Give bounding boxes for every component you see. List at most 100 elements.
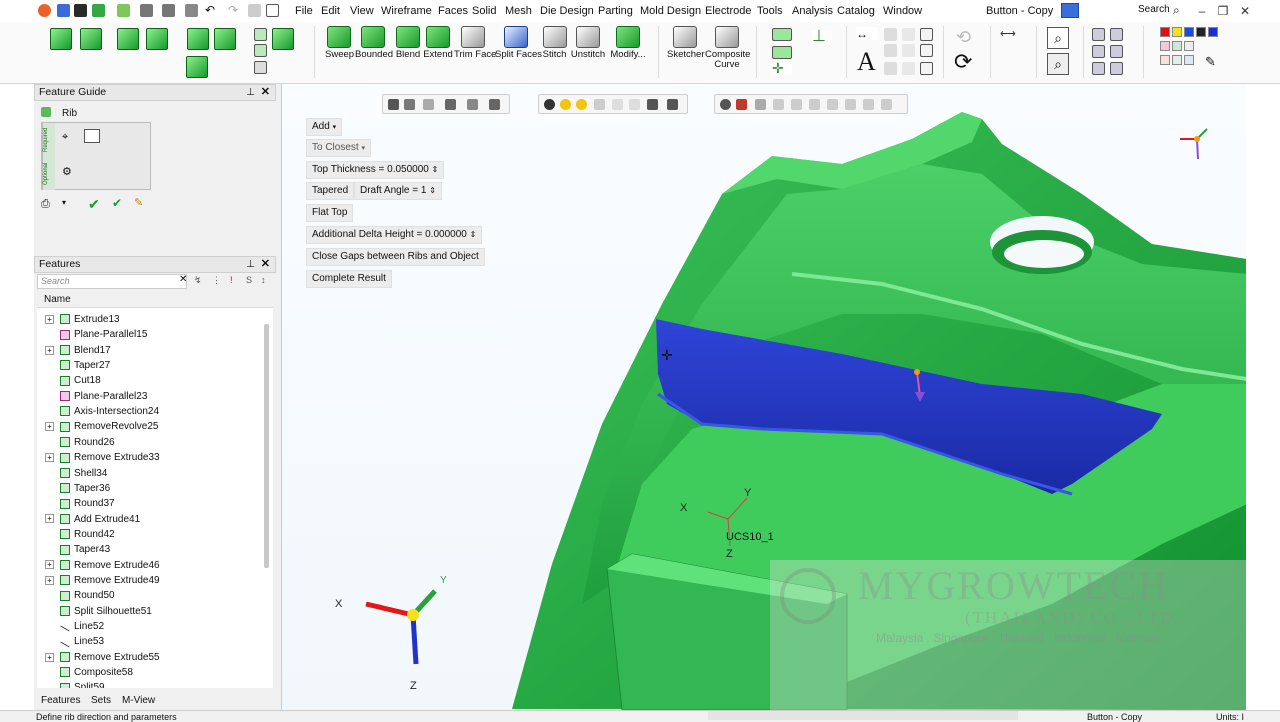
sphere-solid-icon[interactable] bbox=[146, 28, 168, 50]
table-icon[interactable] bbox=[266, 4, 279, 17]
rotate-view-icon[interactable] bbox=[720, 99, 731, 110]
tree-row[interactable]: Composite58 bbox=[45, 665, 270, 680]
plane-icon[interactable] bbox=[772, 28, 792, 41]
option-icon[interactable]: ⚙ bbox=[62, 165, 76, 179]
draft-angle-spinner-icon[interactable]: ⇕ bbox=[429, 186, 436, 195]
close-gaps-toggle[interactable]: Close Gaps between Ribs and Object bbox=[306, 248, 485, 266]
cancel-icon[interactable]: ✎ bbox=[134, 196, 143, 209]
shell-solid-icon[interactable] bbox=[272, 28, 294, 50]
pin-icon[interactable]: ⊥ bbox=[246, 257, 255, 272]
optional-tab[interactable]: Optional bbox=[42, 157, 55, 190]
more-view-icon[interactable] bbox=[881, 99, 892, 110]
to-closest-dropdown[interactable]: To Closest ▾ bbox=[306, 139, 371, 157]
unstitch-button[interactable]: Unstitch bbox=[570, 24, 606, 82]
menu-analysis[interactable]: Analysis bbox=[792, 5, 833, 17]
extend-button[interactable]: Extend bbox=[423, 24, 453, 82]
box-solid-icon[interactable] bbox=[50, 28, 72, 50]
save-icon[interactable] bbox=[74, 4, 87, 17]
top-thickness-field[interactable]: Top Thickness = 0.050000 ⇕ bbox=[306, 161, 445, 179]
tree-row[interactable]: + Remove Extrude33 bbox=[45, 450, 270, 465]
tree-row[interactable]: + Remove Extrude49 bbox=[45, 573, 270, 588]
menu-mold-design[interactable]: Mold Design bbox=[640, 5, 701, 17]
expand-icon[interactable]: + bbox=[45, 575, 54, 585]
menu-edit[interactable]: Edit bbox=[321, 5, 340, 17]
preview-icon[interactable]: ⎙ bbox=[41, 198, 50, 211]
app-logo-icon[interactable] bbox=[38, 4, 51, 17]
tree-row[interactable]: + RemoveRevolve25 bbox=[45, 419, 270, 434]
filter-icon-3[interactable]: ! bbox=[230, 275, 233, 285]
measure-icon[interactable]: ⟷ bbox=[1000, 27, 1016, 40]
menu-mesh[interactable]: Mesh bbox=[505, 5, 532, 17]
top-view-icon[interactable] bbox=[809, 99, 820, 110]
minimize-button[interactable]: – bbox=[1193, 3, 1211, 19]
text-icon[interactable]: A bbox=[857, 48, 876, 76]
transparency-icon[interactable] bbox=[629, 99, 640, 110]
tab-mview[interactable]: M-View bbox=[122, 695, 155, 706]
new-file-icon[interactable] bbox=[57, 4, 70, 17]
menu-faces[interactable]: Faces bbox=[438, 5, 468, 17]
blend-button[interactable]: Blend bbox=[395, 24, 421, 82]
tree-row[interactable]: + Extrude13 bbox=[45, 312, 270, 327]
color-swatch-yellow[interactable] bbox=[1172, 27, 1182, 37]
filter-icon-2[interactable]: ⋮ bbox=[212, 275, 221, 286]
tree-row[interactable]: Split59 bbox=[45, 680, 270, 688]
composite-curve-button[interactable]: Composite Curve bbox=[705, 24, 750, 82]
tree-row[interactable]: Round42 bbox=[45, 527, 270, 542]
restore-button[interactable]: ❐ bbox=[1214, 3, 1232, 19]
front-view-icon[interactable] bbox=[791, 99, 802, 110]
pattern-icon-4[interactable] bbox=[1110, 45, 1123, 58]
color-swatch-red[interactable] bbox=[1160, 27, 1170, 37]
color-swatch-seafoam[interactable] bbox=[1172, 55, 1182, 65]
apply-icon[interactable]: ✔ bbox=[112, 196, 122, 210]
render-mode-icon[interactable] bbox=[667, 99, 678, 110]
split-faces-button[interactable]: Split Faces bbox=[495, 24, 542, 82]
tree-row[interactable]: Round50 bbox=[45, 588, 270, 603]
top-thickness-spinner-icon[interactable]: ⇕ bbox=[432, 165, 439, 174]
find-icon[interactable]: ⌕ bbox=[1047, 53, 1069, 75]
tree-row[interactable]: Taper27 bbox=[45, 358, 270, 373]
small-solid-icon-1[interactable] bbox=[254, 28, 267, 41]
close-features-icon[interactable]: ✕ bbox=[261, 257, 270, 272]
expand-icon[interactable]: + bbox=[45, 560, 54, 570]
annotation-icon-7[interactable] bbox=[920, 28, 933, 41]
select-mode-icon[interactable] bbox=[423, 99, 434, 110]
axis-icon[interactable]: ✛ bbox=[772, 61, 792, 75]
coordinate-system-icon[interactable]: ⊥ bbox=[812, 29, 832, 45]
tree-row[interactable]: Plane-Parallel15 bbox=[45, 327, 270, 342]
cone-solid-icon[interactable] bbox=[117, 28, 139, 50]
dropdown-arrow-icon[interactable]: ▾ bbox=[62, 198, 66, 207]
dimension-icon[interactable]: ↔ bbox=[856, 27, 878, 41]
window-select-icon[interactable] bbox=[467, 99, 478, 110]
color-swatch-black[interactable] bbox=[1196, 27, 1206, 37]
modify-button[interactable]: Modify... bbox=[609, 24, 647, 82]
annotation-icon-1[interactable] bbox=[884, 28, 897, 41]
menu-solid[interactable]: Solid bbox=[472, 5, 496, 17]
annotation-icon-8[interactable] bbox=[920, 44, 933, 57]
add-dropdown[interactable]: Add ▾ bbox=[306, 118, 343, 136]
wireframe-icon[interactable] bbox=[612, 99, 623, 110]
tree-row[interactable]: Round26 bbox=[45, 435, 270, 450]
annotation-icon-3[interactable] bbox=[884, 62, 897, 75]
additional-delta-field[interactable]: Additional Delta Height = 0.000000 ⇕ bbox=[306, 226, 483, 244]
filter-icon-4[interactable]: S bbox=[246, 275, 252, 285]
layout-icon[interactable] bbox=[1061, 3, 1079, 18]
select-icon[interactable] bbox=[185, 4, 198, 17]
tree-row[interactable]: Plane-Parallel23 bbox=[45, 389, 270, 404]
required-tab[interactable]: Required bbox=[42, 123, 55, 157]
tree-row[interactable]: + Blend17 bbox=[45, 343, 270, 358]
redo-icon[interactable]: ↷ bbox=[228, 4, 241, 17]
expand-icon[interactable]: + bbox=[45, 652, 54, 662]
regen-icon[interactable] bbox=[248, 4, 261, 17]
complete-result-toggle[interactable]: Complete Result bbox=[306, 270, 392, 288]
tree-row[interactable]: + Remove Extrude46 bbox=[45, 558, 270, 573]
bounded-button[interactable]: Bounded bbox=[355, 24, 393, 82]
ok-check-icon[interactable]: ✔ bbox=[88, 196, 100, 213]
close-feature-guide-icon[interactable]: ✕ bbox=[261, 85, 270, 100]
pattern-icon-6[interactable] bbox=[1110, 62, 1123, 75]
menu-electrode[interactable]: Electrode bbox=[705, 5, 751, 17]
filter-select-icon[interactable] bbox=[445, 99, 456, 110]
expand-icon[interactable]: + bbox=[45, 314, 54, 324]
tree-scrollbar[interactable] bbox=[264, 324, 269, 568]
color-swatch-navy[interactable] bbox=[1208, 27, 1218, 37]
menu-wireframe[interactable]: Wireframe bbox=[381, 5, 432, 17]
